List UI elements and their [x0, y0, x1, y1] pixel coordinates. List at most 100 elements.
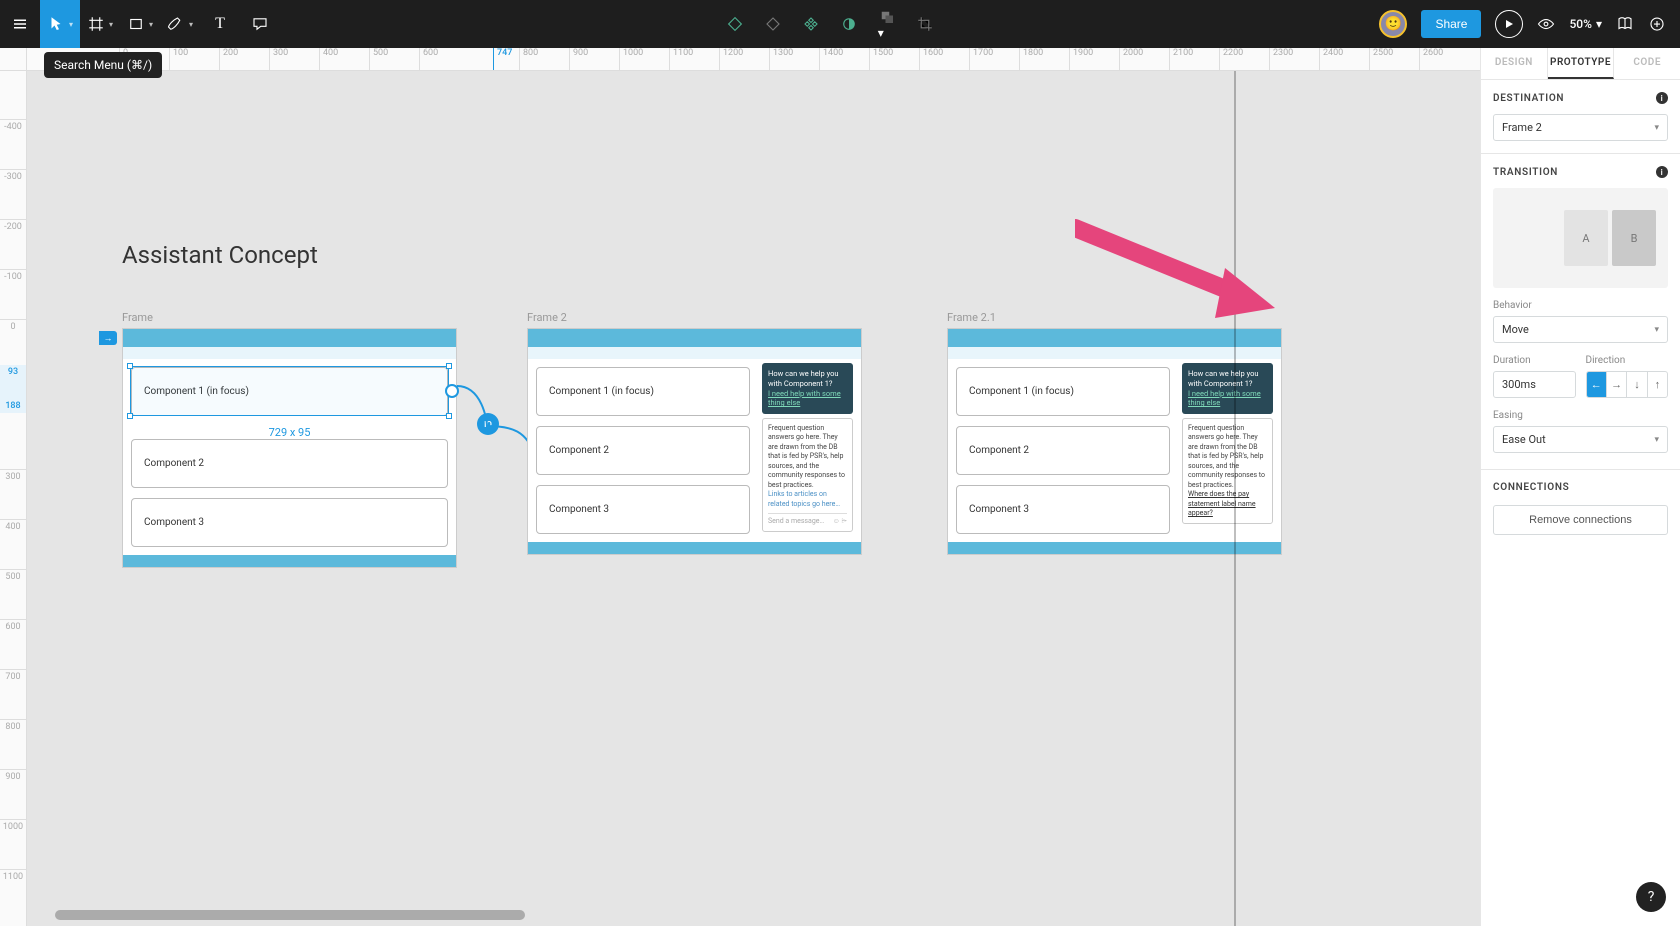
remove-connections-button[interactable]: Remove connections [1493, 505, 1668, 535]
ruler-horizontal[interactable]: 0 100 200 300 400 500 600 747 800 900 10… [27, 48, 1480, 71]
ruler-vertical[interactable]: -400 -300 -200 -100 0 93 188 300 400 500… [0, 71, 27, 926]
comment-tool-button[interactable] [240, 0, 280, 48]
direction-right[interactable]: → [1607, 372, 1627, 397]
behavior-select[interactable]: Move ▾ [1493, 316, 1668, 343]
text-tool-button[interactable]: T [200, 0, 240, 48]
frame-2-1[interactable]: Frame 2.1 Component 1 (in focus) Compone… [947, 311, 1282, 555]
callout-related-links[interactable]: Links to articles on related topics go h… [768, 490, 840, 507]
horizontal-scrollbar[interactable] [55, 910, 525, 920]
assistant-callout-body: Frequent question answers go here. They … [1182, 418, 1273, 524]
frame-label[interactable]: Frame [122, 311, 457, 324]
component-card-2[interactable]: Component 2 [131, 439, 448, 488]
callout-message-input[interactable]: Send a message… [768, 517, 824, 526]
component-card-1[interactable]: Component 1 (in focus) [956, 367, 1170, 416]
ruler-tick: 1200 [719, 48, 743, 70]
info-icon[interactable]: i [1656, 166, 1668, 178]
zoom-dropdown[interactable]: 50%▾ [1569, 17, 1602, 31]
tab-prototype[interactable]: PROTOTYPE [1548, 48, 1615, 79]
canvas-area[interactable]: 0 100 200 300 400 500 600 747 800 900 10… [0, 48, 1480, 926]
ruler-tick: 500 [0, 569, 26, 582]
direction-label: Direction [1586, 355, 1669, 366]
component-card-1[interactable]: Component 1 (in focus) [536, 367, 750, 416]
ruler-tick: 2400 [1319, 48, 1343, 70]
frame-label[interactable]: Frame 2 [527, 311, 862, 324]
mask-tool-button[interactable] [840, 15, 858, 33]
callout-alt-link[interactable]: I need help with some thing else [768, 389, 841, 408]
destination-value: Frame 2 [1502, 121, 1542, 134]
behavior-label: Behavior [1493, 300, 1668, 311]
tab-design[interactable]: DESIGN [1481, 48, 1548, 79]
ruler-tick: 200 [219, 48, 238, 70]
ruler-tick: 800 [519, 48, 538, 70]
view-settings-button[interactable] [1537, 15, 1555, 33]
chevron-icon: ▾ [149, 20, 153, 29]
ruler-tick: 1100 [669, 48, 693, 70]
hamburger-menu-button[interactable] [0, 0, 40, 48]
component-card-1[interactable]: Component 1 (in focus) [131, 367, 448, 416]
prototype-start-chip[interactable]: → [99, 331, 117, 345]
hamburger-icon [11, 15, 29, 33]
component-card-3[interactable]: Component 3 [956, 485, 1170, 534]
behavior-value: Move [1502, 323, 1529, 336]
pen-icon [167, 15, 185, 33]
callout-followup-question[interactable]: Where does the pay statement label name … [1188, 490, 1256, 517]
zoom-value: 50% [1569, 17, 1591, 31]
chevron-icon: ▾ [69, 20, 73, 29]
direction-group: ← → ↓ ↑ [1586, 371, 1669, 398]
transition-preview[interactable]: A B [1493, 188, 1668, 288]
tab-code[interactable]: CODE [1614, 48, 1680, 79]
ruler-tick: 1700 [969, 48, 993, 70]
shape-tool-button[interactable]: ▾ [120, 0, 160, 48]
io-connection-node[interactable]: IO [477, 413, 499, 435]
ruler-tick: 500 [369, 48, 388, 70]
help-button[interactable]: ? [1636, 882, 1666, 912]
ruler-tick: 900 [569, 48, 588, 70]
section-title-text: DESTINATION [1493, 93, 1564, 104]
component-card-3[interactable]: Component 3 [536, 485, 750, 534]
callout-alt-link[interactable]: I need help with some thing else [1188, 389, 1261, 408]
direction-left[interactable]: ← [1587, 372, 1607, 397]
crop-tool-button[interactable] [916, 15, 934, 33]
present-button[interactable] [1495, 10, 1523, 38]
section-destination: DESTINATION i Frame 2 ▾ [1481, 80, 1680, 154]
component-tool-button[interactable] [726, 15, 744, 33]
instance-tool-button[interactable] [802, 15, 820, 33]
ruler-tick: 1000 [0, 819, 26, 832]
user-avatar[interactable]: 🙂 [1379, 10, 1407, 38]
book-icon [1616, 15, 1634, 33]
direction-down[interactable]: ↓ [1627, 372, 1647, 397]
component-card-2[interactable]: Component 2 [956, 426, 1170, 475]
component-card-2[interactable]: Component 2 [536, 426, 750, 475]
info-icon[interactable]: i [1656, 92, 1668, 104]
frame-label[interactable]: Frame 2.1 [947, 311, 1282, 324]
ruler-corner [0, 48, 27, 71]
transition-preview-b: B [1612, 210, 1656, 266]
direction-up[interactable]: ↑ [1648, 372, 1667, 397]
duration-input[interactable]: 300ms [1493, 371, 1576, 398]
move-tool-button[interactable]: ▾ [40, 0, 80, 48]
pen-tool-button[interactable]: ▾ [160, 0, 200, 48]
ruler-tick: 300 [269, 48, 288, 70]
reset-tool-button[interactable] [764, 15, 782, 33]
share-button[interactable]: Share [1421, 10, 1481, 38]
component-card-3[interactable]: Component 3 [131, 498, 448, 547]
frame-subheader [123, 347, 456, 359]
text-icon: T [215, 15, 225, 33]
add-button[interactable] [1648, 15, 1666, 33]
frame-tool-button[interactable]: ▾ [80, 0, 120, 48]
frame-icon [87, 15, 105, 33]
assistant-callout-header: How can we help you with Component 1? I … [762, 363, 853, 414]
destination-select[interactable]: Frame 2 ▾ [1493, 114, 1668, 141]
boolean-tool-button[interactable]: ▾ [878, 8, 896, 40]
chevron-icon: ▾ [878, 26, 884, 40]
frame-subheader [528, 347, 861, 359]
frame-2[interactable]: Frame 2 Component 1 (in focus) Component… [527, 311, 862, 555]
callout-send-icons[interactable]: ☺ ⌲ [833, 517, 847, 526]
plus-circle-icon [1648, 15, 1666, 33]
section-connections: CONNECTIONS Remove connections [1481, 470, 1680, 547]
ruler-tick: -100 [0, 269, 26, 282]
library-button[interactable] [1616, 15, 1634, 33]
easing-select[interactable]: Ease Out ▾ [1493, 426, 1668, 453]
frame-1[interactable]: Frame Component 1 (in focus) [122, 311, 457, 568]
canvas-viewport[interactable]: Assistant Concept → Frame Component 1 (i… [27, 71, 1480, 926]
